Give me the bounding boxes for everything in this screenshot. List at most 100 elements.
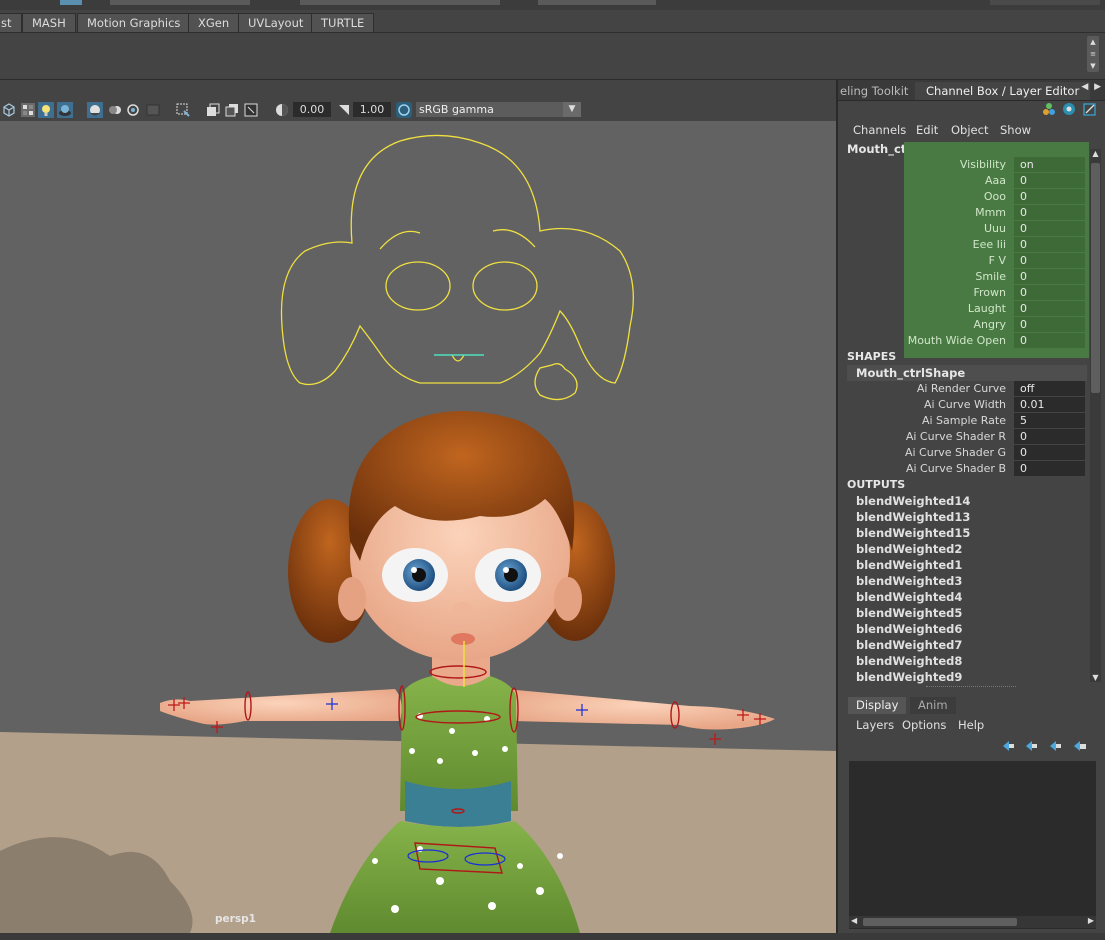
menu-channels[interactable]: Channels (853, 123, 906, 137)
scroll-down-icon[interactable]: ▼ (1090, 673, 1101, 682)
channel-value-field[interactable]: 0 (1014, 189, 1085, 204)
shape-attr-row[interactable]: Ai Curve Shader G0 (838, 445, 1088, 461)
color-management-icon[interactable] (396, 102, 412, 118)
output-item[interactable]: blendWeighted1 (856, 558, 962, 572)
channel-row[interactable]: Uuu 0 (838, 221, 1088, 237)
resolution-gate-icon[interactable] (243, 102, 259, 118)
channel-row[interactable]: Laught 0 (838, 301, 1088, 317)
tab-channel-box-layer-editor[interactable]: Channel Box / Layer Editor (915, 82, 1091, 100)
ambient-occlusion-icon[interactable] (87, 102, 103, 118)
channel-value-field[interactable]: on (1014, 157, 1085, 172)
scroll-right-icon[interactable]: ▶ (1088, 916, 1094, 925)
menu-help[interactable]: Help (958, 718, 984, 732)
scroll-up-icon[interactable]: ▲ (1090, 149, 1101, 158)
channel-row[interactable]: Mouth Wide Open 0 (838, 333, 1088, 349)
gamma-field[interactable]: 1.00 (353, 102, 391, 117)
layer-list[interactable] (849, 761, 1096, 929)
output-item[interactable]: blendWeighted2 (856, 542, 962, 556)
menu-options[interactable]: Options (902, 718, 946, 732)
scroll-thumb[interactable] (863, 918, 1017, 926)
output-item[interactable]: blendWeighted14 (856, 494, 970, 508)
output-item[interactable]: blendWeighted4 (856, 590, 962, 604)
shape-attr-row[interactable]: Ai Curve Shader R0 (838, 429, 1088, 445)
splitter-handle[interactable] (926, 686, 1016, 687)
shelf-tab-motion-graphics[interactable]: Motion Graphics (77, 13, 191, 32)
shelf-tab-uvlayout[interactable]: UVLayout (238, 13, 314, 32)
channel-value-field[interactable]: 0 (1014, 173, 1085, 188)
shelf-tab-st[interactable]: st (0, 13, 22, 32)
toolbar-icons-group[interactable] (110, 0, 250, 5)
output-item[interactable]: blendWeighted13 (856, 510, 970, 524)
channel-row[interactable]: Aaa 0 (838, 173, 1088, 189)
channel-row[interactable]: Ooo 0 (838, 189, 1088, 205)
tab-anim[interactable]: Anim (910, 697, 956, 714)
output-item[interactable]: blendWeighted8 (856, 654, 962, 668)
menu-edit[interactable]: Edit (916, 123, 938, 137)
toolbar-field[interactable] (300, 0, 500, 5)
shape-attr-value-field[interactable]: off (1014, 381, 1085, 396)
shelf-tab-mash[interactable]: MASH (22, 13, 76, 32)
output-item[interactable]: blendWeighted3 (856, 574, 962, 588)
channel-value-field[interactable]: 0 (1014, 205, 1085, 220)
menu-layers[interactable]: Layers (856, 718, 894, 732)
channel-value-field[interactable]: 0 (1014, 221, 1085, 236)
channel-row[interactable]: Angry 0 (838, 317, 1088, 333)
tab-modeling-toolkit[interactable]: eling Toolkit (840, 82, 908, 100)
viewport-persp[interactable]: persp1 (0, 121, 836, 933)
xray-icon[interactable] (205, 102, 221, 118)
channel-value-field[interactable]: 0 (1014, 333, 1085, 348)
color-space-dropdown[interactable]: sRGB gamma ▼ (416, 102, 581, 117)
channel-value-field[interactable]: 0 (1014, 237, 1085, 252)
xray-joints-icon[interactable] (224, 102, 240, 118)
shelf-tab-xgen[interactable]: XGen (188, 13, 240, 32)
checker-shading-icon[interactable] (20, 102, 36, 118)
wireframe-cube-icon[interactable] (1, 102, 17, 118)
channel-row[interactable]: Eee Iii 0 (838, 237, 1088, 253)
chevron-down-icon[interactable]: ▼ (563, 102, 581, 117)
tab-scroll-arrows-icon[interactable]: ◀ ▶ (1081, 82, 1101, 92)
channel-value-field[interactable]: 0 (1014, 269, 1085, 284)
toolbar-search[interactable] (538, 0, 656, 5)
output-item[interactable]: blendWeighted15 (856, 526, 970, 540)
channel-box-scrollbar[interactable]: ▲ ▼ (1090, 149, 1101, 682)
isolate-select-icon[interactable] (175, 102, 191, 118)
channel-value-field[interactable]: 0 (1014, 285, 1085, 300)
scroll-left-icon[interactable]: ◀ (851, 916, 857, 925)
output-item[interactable]: blendWeighted5 (856, 606, 962, 620)
output-item[interactable]: blendWeighted7 (856, 638, 962, 652)
channel-row[interactable]: Mmm 0 (838, 205, 1088, 221)
motion-blur-icon[interactable] (107, 102, 123, 118)
shape-attr-value-field[interactable]: 0 (1014, 429, 1085, 444)
output-item[interactable]: blendWeighted6 (856, 622, 962, 636)
tab-display[interactable]: Display (848, 697, 907, 714)
channel-row[interactable]: F V0 (838, 253, 1088, 269)
shape-attr-row[interactable]: Ai Render Curve off (838, 381, 1088, 397)
antialiasing-icon[interactable] (125, 102, 141, 118)
depth-of-field-icon[interactable] (145, 102, 161, 118)
channel-value-field[interactable]: 0 (1014, 317, 1085, 332)
shape-attr-value-field[interactable]: 0 (1014, 445, 1085, 460)
shape-attr-row[interactable]: Ai Curve Width 0.01 (838, 397, 1088, 413)
shape-attr-value-field[interactable]: 0.01 (1014, 397, 1085, 412)
lighting-icon[interactable] (38, 102, 54, 118)
channel-value-field[interactable]: 0 (1014, 253, 1085, 268)
channel-row[interactable]: Visibility on (838, 157, 1088, 173)
shadows-icon[interactable] (57, 102, 73, 118)
gamma-icon[interactable] (336, 102, 352, 118)
layer-horizontal-scrollbar[interactable]: ◀ ▶ (849, 916, 1096, 928)
channel-row[interactable]: Frown 0 (838, 285, 1088, 301)
shape-name[interactable]: Mouth_ctrlShape (847, 365, 1087, 381)
shelf-tab-turtle[interactable]: TURTLE (311, 13, 375, 32)
shape-attr-value-field[interactable]: 0 (1014, 461, 1085, 476)
scroll-thumb[interactable] (1091, 163, 1100, 393)
shape-attr-row[interactable]: Ai Sample Rate 5 (838, 413, 1088, 429)
menu-object[interactable]: Object (951, 123, 988, 137)
shelf-scroll-control[interactable]: ▲ ≡ ▼ (1087, 36, 1099, 72)
output-item[interactable]: blendWeighted9 (856, 670, 962, 684)
exposure-field[interactable]: 0.00 (293, 102, 331, 117)
channel-value-field[interactable]: 0 (1014, 301, 1085, 316)
channel-row[interactable]: Smile 0 (838, 269, 1088, 285)
exposure-icon[interactable] (274, 102, 290, 118)
toolbar-right-icons[interactable] (990, 0, 1100, 5)
shape-attr-row[interactable]: Ai Curve Shader B0 (838, 461, 1088, 477)
